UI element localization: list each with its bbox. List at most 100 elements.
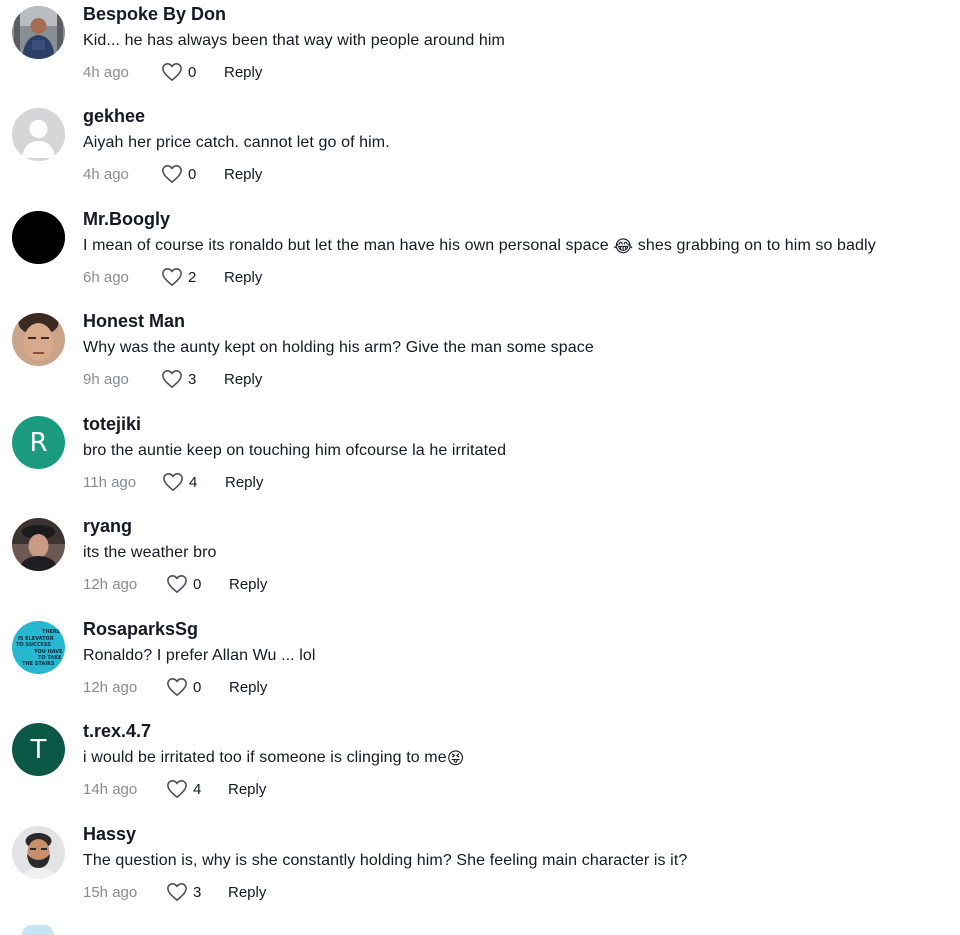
tongue-out-emoji-icon: 😝	[446, 749, 465, 769]
reply-button[interactable]: Reply	[224, 64, 262, 81]
comment-username[interactable]: Hassy	[83, 824, 136, 845]
user-photo-icon: THERE IS ELEVATOR TO SUCCESS YOU HAVE TO…	[12, 621, 65, 674]
comment-time: 9h ago	[83, 371, 129, 388]
like-count: 2	[188, 268, 197, 286]
like-button[interactable]: 3	[166, 882, 201, 902]
comment-time: 4h ago	[83, 64, 129, 81]
comment-text: bro the auntie keep on touching him ofco…	[83, 442, 507, 459]
like-button[interactable]: 2	[161, 267, 196, 287]
heart-icon	[162, 63, 182, 81]
comment-text: Kid... he has always been that way with …	[83, 32, 505, 49]
comment-username[interactable]: gekhee	[83, 106, 145, 127]
comment-text-part: shes grabbing on to him so badly	[637, 237, 876, 254]
avatar[interactable]	[12, 826, 65, 879]
avatar-initial: T	[30, 734, 47, 765]
comment-item: Honest Man Why was the aunty kept on hol…	[0, 307, 960, 409]
comment-username[interactable]: ryang	[83, 516, 132, 537]
reply-button[interactable]: Reply	[225, 474, 263, 491]
comment-time: 6h ago	[83, 269, 129, 286]
comment-item: Bespoke By Don Kid... he has always been…	[0, 0, 960, 102]
user-photo-icon	[12, 6, 65, 59]
like-count: 4	[189, 473, 198, 491]
comment-text: i would be irritated too if someone is c…	[83, 749, 465, 769]
reply-button[interactable]: Reply	[229, 576, 267, 593]
svg-text:THERE: THERE	[42, 629, 61, 635]
avatar[interactable]: T	[12, 723, 65, 776]
reply-button[interactable]: Reply	[229, 679, 267, 696]
comment-time: 14h ago	[83, 781, 138, 798]
user-photo-icon	[12, 518, 65, 571]
svg-text:THE STAIRS: THE STAIRS	[22, 661, 55, 667]
reply-button[interactable]: Reply	[224, 371, 262, 388]
comment-time: 11h ago	[83, 474, 137, 491]
comment-text: The question is, why is she constantly h…	[83, 852, 688, 869]
comment-time: 12h ago	[83, 679, 138, 696]
heart-icon	[167, 678, 187, 696]
heart-icon	[162, 268, 182, 286]
cartoon-avatar-icon	[12, 826, 65, 879]
like-count: 0	[188, 165, 197, 183]
comment-item: gekhee Aiyah her price catch. cannot let…	[0, 102, 960, 204]
avatar[interactable]	[12, 211, 65, 264]
avatar[interactable]	[12, 313, 65, 366]
avatar[interactable]: THERE IS ELEVATOR TO SUCCESS YOU HAVE TO…	[12, 621, 65, 674]
comment-time: 12h ago	[83, 576, 138, 593]
like-button[interactable]: 0	[161, 164, 196, 184]
like-count: 0	[193, 575, 202, 593]
comment-item: R totejiki bro the auntie keep on touchi…	[0, 410, 960, 512]
comment-text: Aiyah her price catch. cannot let go of …	[83, 134, 390, 151]
heart-icon	[167, 780, 187, 798]
like-button[interactable]: 3	[161, 369, 196, 389]
reply-button[interactable]: Reply	[224, 166, 262, 183]
avatar[interactable]	[12, 518, 65, 571]
user-photo-icon	[12, 313, 65, 366]
comment-username[interactable]: totejiki	[83, 414, 141, 435]
like-button[interactable]: 4	[166, 779, 201, 799]
like-count: 0	[188, 63, 197, 81]
comment-username[interactable]: RosaparksSg	[83, 619, 198, 640]
like-count: 0	[193, 678, 202, 696]
comment-item: ryang its the weather bro 12h ago 0 Repl…	[0, 512, 960, 614]
avatar[interactable]	[12, 108, 65, 161]
like-button[interactable]: 0	[166, 574, 201, 594]
avatar[interactable]: R	[12, 416, 65, 469]
comment-list: Bespoke By Don Kid... he has always been…	[0, 0, 960, 935]
reply-button[interactable]: Reply	[224, 269, 262, 286]
avatar-initial: R	[29, 427, 48, 458]
laughing-emoji-icon: 😂	[613, 237, 634, 257]
comment-username[interactable]: Honest Man	[83, 311, 185, 332]
comment-username[interactable]: Bespoke By Don	[83, 4, 226, 25]
avatar[interactable]	[12, 6, 65, 59]
comment-item: THERE IS ELEVATOR TO SUCCESS YOU HAVE TO…	[0, 615, 960, 717]
comment-text: its the weather bro	[83, 544, 217, 561]
black-avatar-icon	[12, 211, 65, 264]
comment-item: T t.rex.4.7 i would be irritated too if …	[0, 717, 960, 819]
comment-text-part: I mean of course its ronaldo but let the…	[83, 237, 609, 254]
comment-text: Why was the aunty kept on holding his ar…	[83, 339, 594, 356]
comment-text: Ronaldo? I prefer Allan Wu ... lol	[83, 647, 316, 664]
heart-icon	[162, 165, 182, 183]
comment-item: Hassy The question is, why is she consta…	[0, 820, 960, 922]
comment-text-part: i would be irritated too if someone is c…	[83, 749, 447, 766]
like-button[interactable]: 0	[166, 677, 201, 697]
comment-text: I mean of course its ronaldo but let the…	[83, 237, 876, 257]
heart-icon	[167, 575, 187, 593]
comment-item: Mr.Boogly I mean of course its ronaldo b…	[0, 205, 960, 307]
heart-icon	[162, 370, 182, 388]
like-count: 3	[188, 370, 197, 388]
reply-button[interactable]: Reply	[228, 884, 266, 901]
comment-username[interactable]: Mr.Boogly	[83, 209, 170, 230]
like-count: 4	[193, 780, 202, 798]
like-button[interactable]: 0	[161, 62, 196, 82]
comment-time: 15h ago	[83, 884, 138, 901]
heart-icon	[163, 473, 183, 491]
like-button[interactable]: 4	[162, 472, 197, 492]
heart-icon	[167, 883, 187, 901]
comment-time: 4h ago	[83, 166, 129, 183]
next-avatar-partial	[22, 925, 54, 935]
reply-button[interactable]: Reply	[228, 781, 266, 798]
svg-text:TO SUCCESS: TO SUCCESS	[16, 642, 51, 648]
comment-username[interactable]: t.rex.4.7	[83, 721, 151, 742]
like-count: 3	[193, 883, 202, 901]
default-user-icon	[12, 108, 65, 161]
